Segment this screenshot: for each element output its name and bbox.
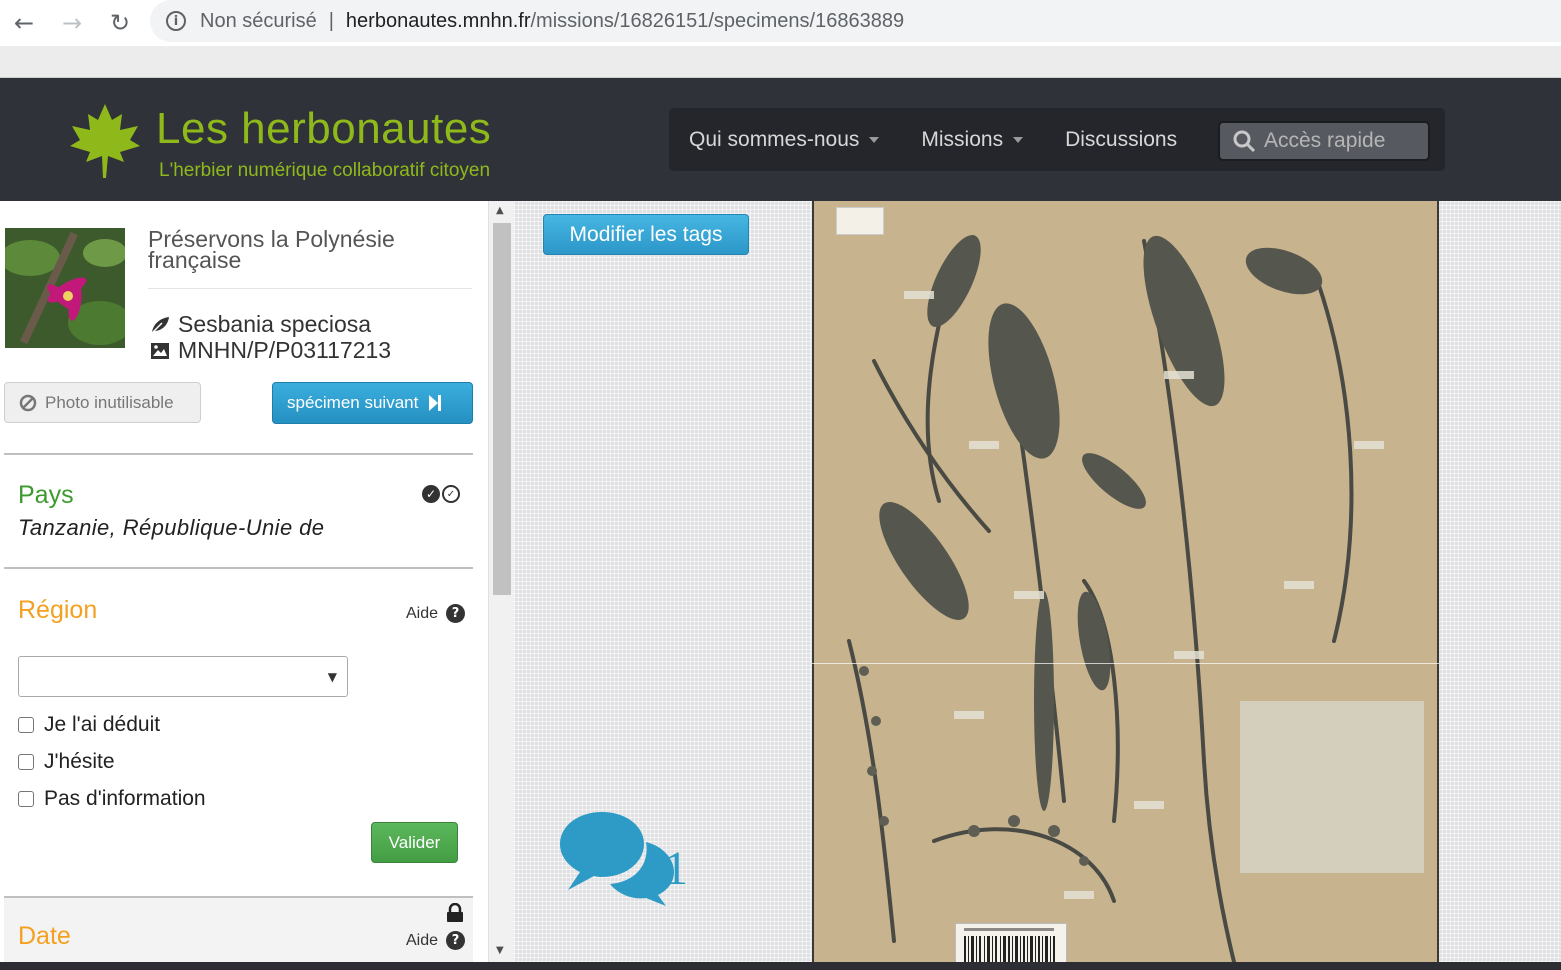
leaf-icon xyxy=(151,316,169,334)
next-specimen-button[interactable]: spécimen suivant xyxy=(272,382,473,424)
barcode-icon xyxy=(964,928,1055,962)
inferred-checkbox-row[interactable]: Je l'ai déduit xyxy=(18,713,160,737)
qr-code-label xyxy=(836,207,884,235)
date-label: Date xyxy=(18,922,71,950)
divider xyxy=(148,288,472,289)
ban-icon xyxy=(19,394,37,411)
mission-thumbnail[interactable] xyxy=(5,228,125,348)
security-label: Non sécurisé xyxy=(200,9,317,32)
quick-search-input[interactable]: Accès rapide xyxy=(1218,121,1430,161)
country-label: Pays xyxy=(18,481,74,509)
herbarium-sheet-image[interactable] xyxy=(812,201,1439,962)
caret-down-icon: ▼ xyxy=(327,670,337,684)
lock-icon xyxy=(447,903,463,922)
no-info-checkbox-row[interactable]: Pas d'information xyxy=(18,787,206,811)
validation-status: ✓ ✓ xyxy=(422,485,460,503)
unusable-photo-button[interactable]: Photo inutilisable xyxy=(4,382,201,423)
main-nav: Qui sommes-nous Missions Discussions Acc… xyxy=(669,108,1445,171)
reload-button[interactable]: ↻ xyxy=(96,3,144,43)
info-icon[interactable]: i xyxy=(166,11,186,31)
hesitate-checkbox-row[interactable]: J'hésite xyxy=(18,750,115,774)
specimen-code: MNHN/P/P03117213 xyxy=(178,337,392,363)
date-section: Date Aide ? xyxy=(4,896,473,962)
nav-discussions[interactable]: Discussions xyxy=(1065,128,1177,152)
scroll-down-icon[interactable]: ▼ xyxy=(496,945,504,956)
date-help[interactable]: Aide ? xyxy=(406,931,466,950)
nav-about[interactable]: Qui sommes-nous xyxy=(689,128,880,152)
mission-title[interactable]: Préservons la Polynésie française xyxy=(148,228,478,272)
site-header: Les herbonautes L'herbier numérique coll… xyxy=(0,78,1561,201)
search-icon xyxy=(1233,130,1256,153)
image-icon xyxy=(151,342,169,359)
browser-toolbar: ← → ↻ i Non sécurisé | herbonautes.mnhn.… xyxy=(0,0,1561,46)
region-select[interactable]: ▼ xyxy=(18,656,348,697)
site-subtitle: L'herbier numérique collaboratif citoyen xyxy=(159,160,491,181)
back-button[interactable]: ← xyxy=(0,3,48,43)
validate-button[interactable]: Valider xyxy=(371,822,458,863)
chevron-down-icon xyxy=(869,136,880,143)
scroll-thumb[interactable] xyxy=(493,223,511,595)
divider xyxy=(4,567,473,569)
country-value: Tanzanie, République-Unie de xyxy=(18,515,325,540)
forward-button[interactable]: → xyxy=(48,3,96,43)
edit-tags-button[interactable]: Modifier les tags xyxy=(543,214,749,255)
specimen-code-line: MNHN/P/P03117213 xyxy=(150,337,391,364)
species-line: Sesbania speciosa xyxy=(150,311,371,338)
no-info-checkbox[interactable] xyxy=(18,791,34,807)
divider xyxy=(4,453,473,455)
address-bar[interactable]: i Non sécurisé | herbonautes.mnhn.fr/mis… xyxy=(150,0,1561,42)
species-name: Sesbania speciosa xyxy=(178,311,372,337)
site-title[interactable]: Les herbonautes xyxy=(156,104,491,154)
region-help[interactable]: Aide ? xyxy=(406,604,466,623)
inferred-checkbox[interactable] xyxy=(18,717,34,733)
maple-leaf-logo-icon[interactable] xyxy=(68,102,142,180)
url-path: /missions/16826151/specimens/16863889 xyxy=(530,9,905,32)
bottom-bar xyxy=(0,962,1561,970)
question-circle-icon: ? xyxy=(446,931,466,950)
specimen-envelope xyxy=(1240,701,1424,873)
barcode-label xyxy=(955,923,1067,962)
nav-missions[interactable]: Missions xyxy=(921,128,1024,152)
scroll-up-icon[interactable]: ▲ xyxy=(496,205,504,216)
check-circle-icon: ✓ xyxy=(422,485,440,503)
fold-line xyxy=(812,663,1439,664)
panel-scrollbar[interactable]: ▲ ▼ xyxy=(488,201,514,962)
region-label: Région xyxy=(18,596,98,624)
search-placeholder: Accès rapide xyxy=(1264,129,1386,152)
question-circle-icon: ? xyxy=(446,604,466,623)
discussion-count[interactable]: 1 xyxy=(664,841,688,896)
hesitate-checkbox[interactable] xyxy=(18,754,34,770)
annotation-panel: Préservons la Polynésie française Sesban… xyxy=(0,201,490,962)
bookmark-bar xyxy=(0,46,1561,78)
skip-forward-icon xyxy=(429,395,442,411)
url-host: herbonautes.mnhn.fr xyxy=(345,9,531,32)
chevron-down-icon xyxy=(1013,136,1024,143)
specimen-viewer[interactable]: Modifier les tags 1 xyxy=(514,201,1561,962)
check-circle-outline-icon: ✓ xyxy=(442,485,460,503)
